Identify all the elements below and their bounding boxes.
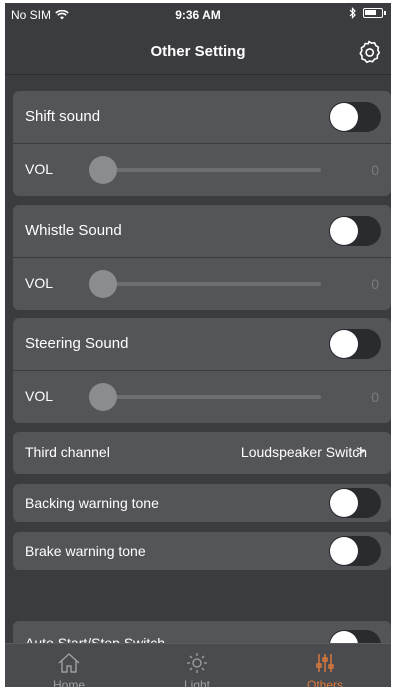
settings-gear-button[interactable] <box>355 38 383 66</box>
phone-screen: No SIM 9:36 AM Other Setting Shift sound… <box>5 3 391 687</box>
tab-light-label: Light <box>183 678 211 687</box>
steering-vol-label: VOL <box>25 388 54 404</box>
shift-vol-row: VOL 0 <box>13 144 391 196</box>
steering-vol-row: VOL 0 <box>13 371 391 423</box>
backing-warning-label: Backing warning tone <box>25 495 159 511</box>
sliders-icon <box>316 654 334 672</box>
backing-warning-toggle[interactable] <box>329 488 381 518</box>
steering-sound-label: Steering Sound <box>25 335 129 352</box>
tab-bar: Home Light Others <box>5 643 391 687</box>
shift-sound-label: Shift sound <box>25 108 101 125</box>
toggle-knob <box>330 217 358 245</box>
third-channel-row[interactable]: Third channel Loudspeaker Switch > <box>13 432 391 474</box>
steering-vol-slider[interactable] <box>95 395 321 399</box>
third-channel-label: Third channel <box>25 444 110 460</box>
nav-bar: Other Setting <box>5 25 391 75</box>
toggle-knob <box>330 489 358 517</box>
whistle-vol-thumb[interactable] <box>89 270 117 298</box>
shift-sound-toggle[interactable] <box>329 102 381 132</box>
tab-others[interactable]: Others <box>261 644 389 687</box>
whistle-sound-row: Whistle Sound <box>13 205 391 257</box>
settings-content: Shift sound VOL 0 Whistle Sound VOL 0 St… <box>5 75 391 643</box>
page-title: Other Setting <box>150 43 246 60</box>
battery-icon <box>363 8 386 18</box>
toggle-knob <box>330 103 358 131</box>
whistle-sound-label: Whistle Sound <box>25 222 122 239</box>
shift-vol-label: VOL <box>25 161 54 177</box>
steering-vol-value: 0 <box>371 389 379 405</box>
auto-start-stop-row: Auto Start/Stop Switch <box>13 621 391 643</box>
status-bar: No SIM 9:36 AM <box>5 3 391 25</box>
status-time: 9:36 AM <box>175 8 221 22</box>
chevron-right-icon: > <box>356 443 365 460</box>
tab-light[interactable]: Light <box>133 644 261 687</box>
shift-vol-slider[interactable] <box>95 168 321 172</box>
shift-vol-thumb[interactable] <box>89 156 117 184</box>
whistle-vol-value: 0 <box>371 276 379 292</box>
toggle-knob <box>330 631 358 643</box>
whistle-vol-slider[interactable] <box>95 282 321 286</box>
home-icon <box>58 653 80 673</box>
toggle-knob <box>330 537 358 565</box>
auto-start-stop-label: Auto Start/Stop Switch <box>25 635 166 643</box>
toggle-knob <box>330 330 358 358</box>
steering-vol-thumb[interactable] <box>89 383 117 411</box>
tab-home-label: Home <box>52 678 85 687</box>
auto-start-stop-toggle[interactable] <box>329 630 381 643</box>
shift-vol-value: 0 <box>371 162 379 178</box>
status-right <box>349 7 386 19</box>
tab-home[interactable]: Home <box>5 644 133 687</box>
tab-others-label: Others <box>306 678 343 687</box>
bluetooth-icon <box>349 7 356 19</box>
steering-sound-toggle[interactable] <box>329 329 381 359</box>
third-channel-value: Loudspeaker Switch <box>240 444 367 460</box>
brake-warning-toggle[interactable] <box>329 536 381 566</box>
steering-sound-row: Steering Sound <box>13 318 391 370</box>
sun-icon <box>187 653 207 673</box>
brake-warning-row: Brake warning tone <box>13 532 391 570</box>
backing-warning-row: Backing warning tone <box>13 484 391 522</box>
gear-icon <box>359 40 381 64</box>
whistle-sound-toggle[interactable] <box>329 216 381 246</box>
whistle-vol-label: VOL <box>25 275 54 291</box>
shift-sound-row: Shift sound <box>13 91 391 143</box>
whistle-vol-row: VOL 0 <box>13 258 391 310</box>
brake-warning-label: Brake warning tone <box>25 543 146 559</box>
